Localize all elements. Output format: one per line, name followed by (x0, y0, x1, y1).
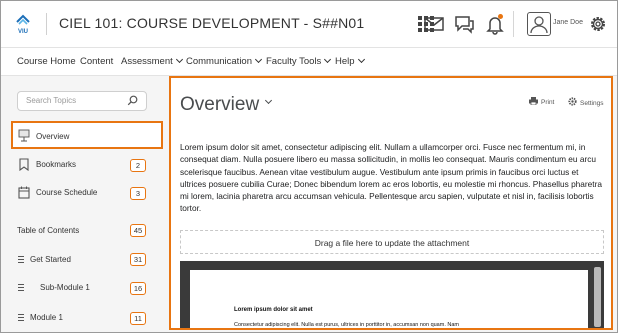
module-count-badge: 31 (130, 253, 146, 266)
printer-icon (529, 97, 538, 106)
page-title: Overview (180, 94, 260, 115)
sidebar-item-table-of-contents[interactable]: Table of Contents (17, 226, 79, 235)
nav-communication[interactable]: Communication (186, 55, 263, 67)
user-icon (530, 16, 548, 34)
avatar[interactable] (527, 12, 551, 36)
drag-handle-icon[interactable] (18, 284, 24, 292)
mail-icon[interactable] (423, 13, 445, 35)
module-get-started[interactable]: Get Started (30, 255, 71, 264)
module-count-badge: 11 (130, 312, 146, 325)
toc-count-badge: 45 (130, 224, 146, 237)
sidebar-item-label: Overview (36, 132, 70, 141)
overview-icon (18, 129, 30, 142)
sidebar-item-bookmarks[interactable]: Bookmarks (36, 160, 76, 169)
viu-logo[interactable]: VIU (13, 13, 33, 35)
nav-assessment[interactable]: Assessment (121, 55, 183, 67)
nav-course-home[interactable]: Course Home (17, 56, 76, 67)
notification-dot (498, 14, 503, 19)
module-module-1[interactable]: Module 1 (30, 313, 63, 322)
top-header: VIU CIEL 101: COURSE DEVELOPMENT - S##N0… (1, 1, 617, 48)
search-input[interactable]: Search Topics (17, 91, 147, 111)
document-heading: Lorem ipsum dolor sit amet (234, 307, 313, 313)
schedule-count-badge: 3 (130, 187, 146, 200)
calendar-icon (18, 186, 30, 199)
course-navbar: Course Home Content Assessment Communica… (1, 48, 617, 76)
gear-icon[interactable] (587, 13, 609, 35)
sidebar-item-course-schedule[interactable]: Course Schedule (36, 188, 97, 197)
drag-handle-icon[interactable] (18, 314, 24, 322)
main-content-panel: Overview Print Settings Lorem ipsum dolo… (169, 76, 613, 330)
nav-help[interactable]: Help (335, 55, 365, 67)
header-divider (46, 13, 47, 35)
title-menu-chevron-icon[interactable] (264, 96, 273, 105)
module-sub-module-1[interactable]: Sub-Module 1 (40, 283, 90, 292)
chevron-down-icon (254, 55, 263, 64)
viewer-scrollbar[interactable] (594, 267, 601, 327)
logo-text: VIU (18, 29, 28, 35)
chevron-down-icon (357, 55, 365, 64)
document-page (190, 270, 588, 328)
nav-content[interactable]: Content (80, 56, 113, 67)
drag-handle-icon[interactable] (18, 256, 24, 264)
chat-icon[interactable] (453, 13, 475, 35)
nav-faculty-tools[interactable]: Faculty Tools (266, 55, 332, 67)
gear-icon (568, 97, 577, 106)
course-title[interactable]: CIEL 101: COURSE DEVELOPMENT - S##N01 (59, 15, 364, 31)
topics-sidebar: Search Topics Overview Bookmarks 2 Cours… (1, 76, 167, 332)
sidebar-item-overview[interactable] (11, 121, 163, 149)
settings-button[interactable]: Settings (568, 96, 604, 107)
file-dropzone[interactable]: Drag a file here to update the attachmen… (180, 230, 604, 254)
chevron-down-icon (324, 55, 332, 64)
module-count-badge: 16 (130, 282, 146, 295)
document-viewer[interactable]: Lorem ipsum dolor sit amet Consectetur a… (180, 261, 604, 328)
search-icon[interactable] (127, 95, 138, 106)
bookmarks-count-badge: 2 (130, 159, 146, 172)
dropzone-text: Drag a file here to update the attachmen… (314, 238, 470, 248)
bookmark-icon (19, 158, 29, 171)
search-placeholder: Search Topics (26, 96, 77, 105)
document-text: Consectetur adipiscing elit. Nulla est p… (234, 322, 459, 328)
header-separator (513, 11, 514, 37)
app-window: VIU CIEL 101: COURSE DEVELOPMENT - S##N0… (0, 0, 618, 333)
overview-body-text: Lorem ipsum dolor sit amet, consectetur … (180, 142, 602, 214)
chevron-down-icon (175, 55, 183, 64)
print-button[interactable]: Print (529, 96, 554, 106)
user-name[interactable]: Jane Doe (553, 19, 583, 26)
